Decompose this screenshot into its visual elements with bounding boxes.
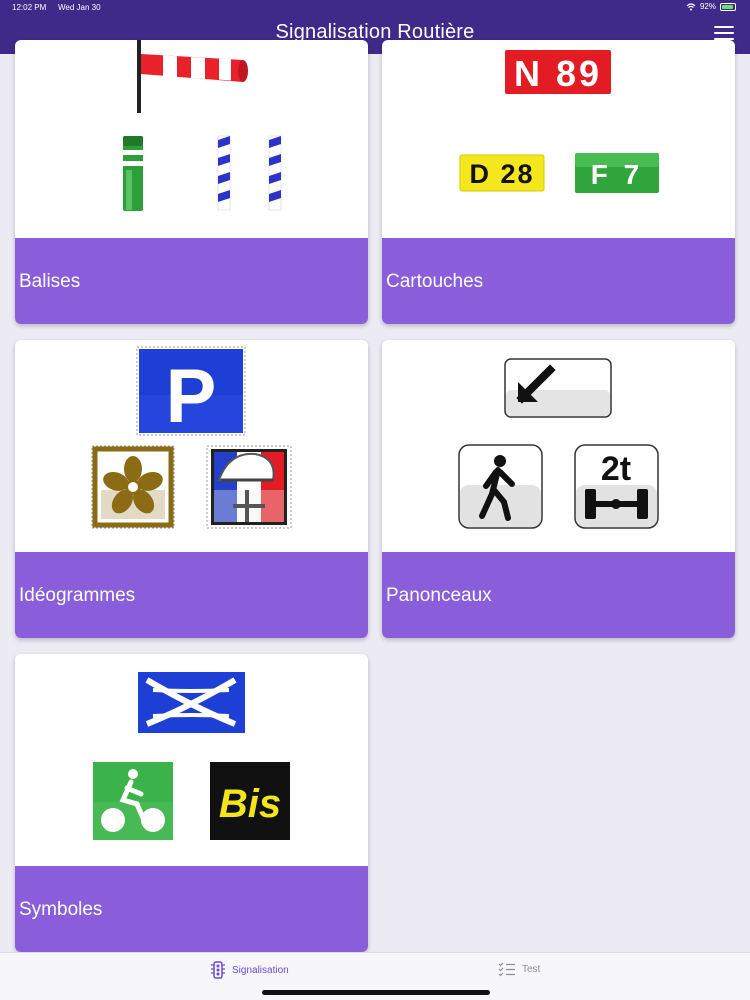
plate-n-text: N 89 xyxy=(514,53,602,94)
cartouches-illustration: N 89 D 28 F 7 xyxy=(459,50,659,193)
arrow-panel-icon xyxy=(504,358,612,418)
battery-icon xyxy=(720,2,736,11)
category-card-cartouches[interactable]: N 89 D 28 F 7 Cartouches xyxy=(382,40,735,324)
blue-white-post-icon-1 xyxy=(217,135,231,211)
tab-label-signalisation: Signalisation xyxy=(232,964,289,976)
category-card-ideogrammes[interactable]: P Idéogrammes xyxy=(15,340,368,638)
n-route-plate-icon: N 89 xyxy=(505,50,611,94)
status-date: Wed Jan 30 xyxy=(58,3,101,12)
plate-f-text: F 7 xyxy=(591,159,643,190)
windsock-icon xyxy=(137,40,248,113)
card-label-ideogrammes: Idéogrammes xyxy=(19,585,136,606)
card-label-bar: Panonceaux xyxy=(382,552,735,638)
card-label-panonceaux: Panonceaux xyxy=(386,585,492,606)
blue-white-post-icon-2 xyxy=(268,135,282,211)
d-route-plate-icon: D 28 xyxy=(459,154,545,192)
balises-illustration xyxy=(123,40,282,211)
bis-text: Bis xyxy=(219,782,281,826)
symboles-illustration: Bis xyxy=(93,672,290,840)
status-bar: 12:02 PM Wed Jan 30 92% xyxy=(0,0,750,16)
ideogrammes-illustration: P xyxy=(91,346,292,529)
panonceaux-illustration: 2t xyxy=(458,358,659,529)
french-helmet-sign-icon xyxy=(206,445,292,529)
status-indicators: 92% xyxy=(686,2,736,11)
green-bollard-icon xyxy=(123,136,143,211)
weight-axle-panel-icon: 2t xyxy=(574,444,659,529)
category-card-balises[interactable]: Balises xyxy=(15,40,368,324)
interchange-sign-icon xyxy=(138,672,245,733)
status-time: 12:02 PM xyxy=(12,3,47,12)
wifi-icon xyxy=(686,2,696,10)
plate-d-text: D 28 xyxy=(469,159,534,189)
card-label-bar: Symboles xyxy=(15,866,368,952)
category-card-symboles[interactable]: Bis Symboles xyxy=(15,654,368,952)
parking-letter: P xyxy=(166,354,217,439)
bis-sign-icon: Bis xyxy=(210,762,290,840)
category-card-panonceaux[interactable]: 2t Panonceaux xyxy=(382,340,735,638)
tab-signalisation[interactable]: Signalisation xyxy=(210,961,289,979)
card-label-bar: Balises xyxy=(15,238,368,324)
weight-label: 2t xyxy=(601,450,631,488)
home-indicator xyxy=(262,990,490,995)
traffic-light-icon xyxy=(211,961,225,979)
card-label-cartouches: Cartouches xyxy=(386,271,484,292)
pedestrian-panel-icon xyxy=(458,444,543,529)
f-route-plate-icon: F 7 xyxy=(575,153,659,193)
bicycle-sign-icon xyxy=(93,762,173,840)
heritage-flower-sign-icon xyxy=(91,445,175,529)
tab-label-test: Test xyxy=(522,963,541,975)
card-label-symboles: Symboles xyxy=(19,899,103,920)
parking-sign-icon: P xyxy=(136,346,246,439)
card-label-bar: Cartouches xyxy=(382,238,735,324)
checklist-icon xyxy=(498,962,515,977)
tab-test[interactable]: Test xyxy=(498,961,540,977)
card-label-bar: Idéogrammes xyxy=(15,552,368,638)
battery-percent: 92% xyxy=(699,2,716,11)
card-label-balises: Balises xyxy=(19,271,81,292)
